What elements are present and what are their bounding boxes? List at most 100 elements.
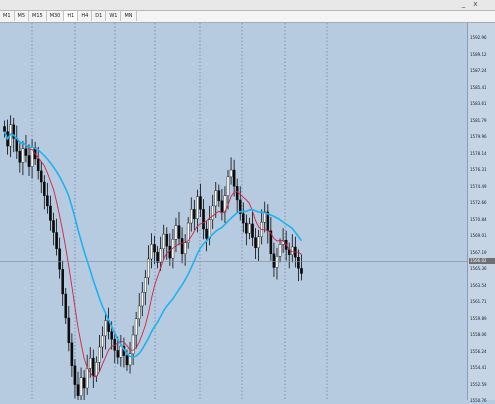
timeframe-button-m30[interactable]: M30 <box>47 11 65 21</box>
candle-body <box>49 205 52 221</box>
candle-body <box>257 236 260 249</box>
candle-body <box>18 151 22 163</box>
candle-body <box>88 357 92 369</box>
candle-body <box>70 342 74 367</box>
price-tick-label: 1576.31 <box>470 167 487 172</box>
candle-body <box>226 176 230 196</box>
price-tick-label: 1552.59 <box>470 381 487 387</box>
candle-body <box>245 222 248 234</box>
candle-body <box>211 205 214 220</box>
candle-body <box>95 362 98 377</box>
price-tick-label: 1581.79 <box>470 117 487 123</box>
price-axis[interactable]: 1592.96 1589.12 1587.24 1585.41 1583.61 1581.… <box>467 23 495 403</box>
candle-body <box>134 318 138 336</box>
candle-body <box>177 225 181 239</box>
price-tick-label: 1563.54 <box>470 282 487 288</box>
timeframe-toolbar: M1 M5 M15 M30 H1 H4 D1 W1 MN <box>0 11 495 23</box>
candle-body <box>183 242 187 255</box>
timeframe-button-mn[interactable]: MN <box>121 11 137 21</box>
timeframe-list: M1 M5 M15 M30 H1 H4 D1 W1 MN <box>0 11 137 22</box>
candle-body <box>137 305 141 319</box>
candle-body <box>43 181 46 196</box>
candle-body <box>119 345 123 358</box>
price-tick-label: 1570.84 <box>470 216 487 222</box>
timeframe-button-m5[interactable]: M5 <box>15 11 29 21</box>
timeframe-button-d1[interactable]: D1 <box>92 11 107 21</box>
price-chart[interactable] <box>0 23 467 404</box>
candle-body <box>67 317 71 343</box>
slow-moving-average-line <box>3 131 303 358</box>
candle-body <box>125 355 129 366</box>
candle-body <box>180 238 184 255</box>
candle-body <box>92 357 95 377</box>
price-tick-label: 1569.01 <box>470 233 487 238</box>
price-tick-label: 1559.89 <box>470 315 487 321</box>
price-tick-label: 1583.61 <box>470 101 487 106</box>
price-tick-label: 1589.12 <box>470 51 487 57</box>
candle-body <box>297 257 300 269</box>
timeframe-button-w1[interactable]: W1 <box>106 11 122 21</box>
price-tick-label: 1579.96 <box>470 134 487 139</box>
timeframe-button-h1[interactable]: H1 <box>64 11 79 21</box>
candle-body <box>21 148 25 163</box>
candle-body <box>217 190 221 202</box>
candle-body <box>254 237 257 249</box>
candle-body <box>196 196 199 219</box>
candle-body <box>101 335 104 348</box>
price-tick-label: 1558.06 <box>470 332 487 337</box>
candle-body <box>61 269 64 295</box>
candle-body <box>76 384 80 396</box>
candle-body <box>104 320 107 337</box>
minimize-button[interactable]: _ <box>458 0 469 9</box>
candle-body <box>110 331 113 340</box>
chart-area[interactable] <box>0 23 467 404</box>
candle-body <box>39 170 43 183</box>
price-tick-label: 1572.66 <box>470 200 487 205</box>
candle-body <box>165 233 169 247</box>
candle-body <box>36 158 40 172</box>
candle-body <box>58 248 61 270</box>
candle-body <box>150 244 153 260</box>
fast-moving-average-line <box>4 131 302 378</box>
candle-body <box>220 200 224 213</box>
candle-body <box>214 190 218 207</box>
candle-body <box>3 126 6 132</box>
price-tick-label: 1574.49 <box>470 183 487 189</box>
candle-body <box>232 169 236 187</box>
price-tick-label: 1554.41 <box>470 365 487 370</box>
candle-body <box>235 186 239 201</box>
price-tick-label: 1587.24 <box>470 68 487 73</box>
candle-body <box>162 233 166 249</box>
price-tick-label: 1550.76 <box>470 398 487 403</box>
candle-body <box>64 293 68 319</box>
candle-body <box>85 368 89 389</box>
candle-body <box>251 223 254 238</box>
candle-body <box>147 258 150 278</box>
candle-body <box>168 245 172 259</box>
candle-body <box>174 225 178 240</box>
price-tick-label: 1592.96 <box>470 35 487 40</box>
candle-body <box>278 244 282 257</box>
price-tick-label: 1561.71 <box>470 299 487 304</box>
candle-body <box>156 251 159 263</box>
timeframe-button-m15[interactable]: M15 <box>29 11 47 21</box>
candle-body <box>272 253 276 268</box>
candle-body <box>52 220 55 233</box>
price-tick-label: 1578.14 <box>470 150 487 156</box>
price-tick-label: 1556.24 <box>470 348 487 354</box>
candle-body <box>131 334 135 355</box>
candle-body <box>242 213 245 224</box>
candle-body <box>199 196 202 210</box>
candle-body <box>79 377 83 396</box>
candle-body <box>202 209 205 230</box>
timeframe-button-m1[interactable]: M1 <box>0 11 15 21</box>
timeframe-button-h4[interactable]: H4 <box>78 11 93 21</box>
candle-body <box>55 232 58 249</box>
candle-body <box>98 346 101 363</box>
candle-body <box>144 277 147 293</box>
candle-body <box>248 223 251 234</box>
close-button[interactable]: x <box>470 0 481 9</box>
price-tick-label: 1567.19 <box>470 249 487 255</box>
candle-body <box>153 244 156 253</box>
price-tick-label: 1585.41 <box>470 84 487 90</box>
